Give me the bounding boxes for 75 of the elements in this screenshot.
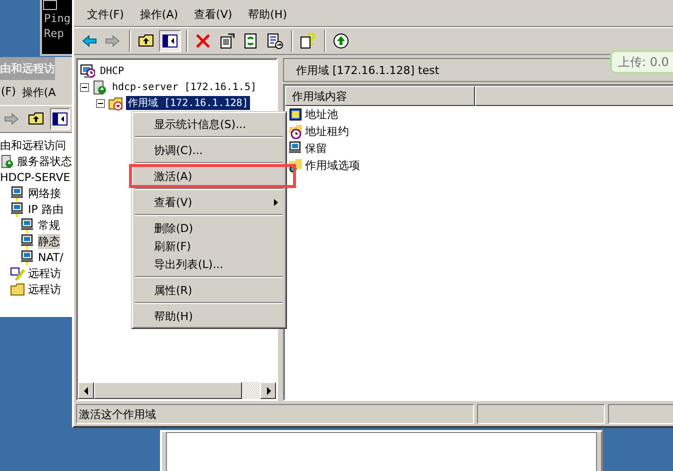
monitor-clock-icon xyxy=(80,64,95,78)
collapse-icon[interactable] xyxy=(80,82,89,92)
menu-item[interactable]: 操作(A) xyxy=(132,6,186,23)
folder-gear-icon xyxy=(288,158,303,173)
tree-item[interactable]: IP 路由 xyxy=(28,202,64,216)
upload-tooltip: 上传: 0.0 xyxy=(610,50,673,74)
right-arrow-icon xyxy=(266,386,270,394)
status-panel xyxy=(608,404,673,424)
tree-item[interactable]: NAT/ xyxy=(38,250,64,264)
computer-icon xyxy=(20,234,35,248)
computer-icon xyxy=(10,186,25,200)
back-arrow-icon xyxy=(81,33,97,49)
tree-item[interactable]: 网络接 xyxy=(28,186,61,200)
folder-icon xyxy=(10,282,25,296)
refresh-icon xyxy=(243,33,259,49)
column-header[interactable]: 作用域内容 xyxy=(285,86,475,106)
menu-item[interactable]: 协调(C)... xyxy=(134,141,284,159)
menu-item[interactable]: 文件(F) xyxy=(80,6,131,23)
scroll-left-button[interactable] xyxy=(78,382,94,399)
computer-icon xyxy=(288,141,303,156)
address-pool-icon xyxy=(288,107,303,122)
status-text: 激活这个作用域 xyxy=(76,404,474,424)
menu-item[interactable]: (F) xyxy=(1,85,16,100)
tree-item[interactable]: DHCP xyxy=(98,66,126,76)
window-title: 由和远程访 xyxy=(0,57,55,80)
scrollbar-thumb[interactable] xyxy=(94,382,242,399)
export-list-icon xyxy=(267,33,283,49)
menu-item[interactable]: 操作(A xyxy=(22,85,56,100)
menu-item[interactable]: 帮助(H) xyxy=(241,6,294,23)
show-tree-icon xyxy=(162,33,178,49)
toolbar-button[interactable] xyxy=(50,108,70,130)
list-item[interactable]: 地址租约 xyxy=(305,124,349,139)
toolbar-button[interactable] xyxy=(159,30,181,52)
forward-arrow-icon xyxy=(4,111,20,127)
scroll-right-button[interactable] xyxy=(260,382,276,399)
computer-icon xyxy=(20,218,35,232)
up-folder-icon xyxy=(28,111,44,127)
menu-item[interactable]: 激活(A) xyxy=(132,167,293,185)
menu-item[interactable]: 查看(V) xyxy=(187,6,240,23)
menu-item[interactable]: 查看(V) xyxy=(134,193,284,211)
clock-icon xyxy=(288,124,303,139)
left-arrow-icon xyxy=(84,386,88,394)
collapse-icon[interactable] xyxy=(96,98,105,108)
menu-item[interactable]: 帮助(H) xyxy=(134,307,284,325)
properties-icon xyxy=(219,33,235,49)
list-item[interactable]: 作用域选项 xyxy=(305,158,360,173)
console-text: Ping xyxy=(43,11,70,25)
tree-item[interactable]: 静态 xyxy=(38,234,60,248)
menu-item[interactable]: 属性(R) xyxy=(134,281,284,299)
tree-item[interactable]: HDCP-SERVE xyxy=(0,170,70,184)
tree-item[interactable]: 服务器状态 xyxy=(17,154,72,168)
tree-item[interactable]: hdcp-server [172.16.1.5] xyxy=(110,82,258,92)
server-icon xyxy=(92,80,107,94)
help-icon xyxy=(300,33,316,49)
tree-item[interactable]: 远程访 xyxy=(28,282,61,296)
folder-icon xyxy=(108,96,123,110)
menu-item[interactable]: 导出列表(L)... xyxy=(134,255,284,273)
tree-item[interactable]: 远程访 xyxy=(28,266,61,280)
menu-item[interactable]: 刷新(F) xyxy=(134,237,284,255)
pen-icon xyxy=(10,266,25,280)
submenu-arrow-icon xyxy=(274,198,278,206)
computer-icon xyxy=(20,250,35,264)
tree-item[interactable]: 常规 xyxy=(38,218,60,232)
tree-item[interactable]: 作用域 [172.16.1.128] xyxy=(126,96,250,110)
delete-icon xyxy=(195,33,211,49)
menu-item[interactable]: 显示统计信息(S)... xyxy=(134,115,284,133)
forward-arrow-icon xyxy=(105,33,121,49)
computer-icon xyxy=(10,202,25,216)
up-folder-icon xyxy=(138,33,154,49)
console-text: Rep xyxy=(43,26,64,40)
show-tree-icon xyxy=(52,111,68,127)
menu-item[interactable]: 删除(D) xyxy=(134,219,284,237)
list-item[interactable]: 地址池 xyxy=(305,107,338,122)
list-item[interactable]: 保留 xyxy=(305,141,327,156)
tree-item[interactable]: 由和远程访问 xyxy=(0,138,66,152)
